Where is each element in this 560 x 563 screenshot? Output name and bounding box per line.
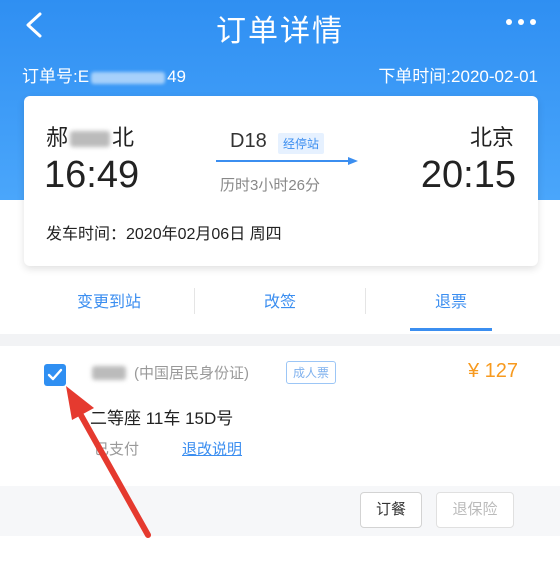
ticket-type-badge: 成人票: [286, 361, 337, 384]
seat-info: 二等座 11车 15D号: [90, 409, 234, 428]
cancel-insurance-button: 退保险: [436, 492, 514, 528]
from-station: 郝北: [46, 120, 134, 152]
order-number-prefix: 订单号:E: [22, 67, 90, 86]
ticket-actions: 订餐 退保险: [0, 486, 560, 536]
more-dots-icon[interactable]: [504, 16, 538, 28]
refund-rules-link[interactable]: 退改说明: [182, 438, 242, 459]
passenger-ticket: (中国居民身份证) 成人票 ¥ 127 二等座 11车 15D号 已支付 退改说…: [24, 346, 538, 486]
to-station: 北京: [469, 125, 514, 150]
redacted-blur: [91, 71, 166, 84]
payment-status: 已支付: [94, 441, 140, 458]
reschedule-button[interactable]: 改签: [195, 288, 365, 312]
id-type: (中国居民身份证): [134, 365, 249, 382]
order-number: 订单号:E 49: [22, 62, 186, 87]
section-divider: [0, 334, 560, 346]
ticket-price: ¥ 127: [467, 360, 518, 382]
redacted-passenger-name: [92, 366, 126, 380]
order-time: 下单时间:2020-02-01: [378, 67, 538, 86]
trip-card: 郝北 北京 16:49 20:15 D18 经停站 历时3小时26分 发车时间：…: [24, 96, 538, 266]
active-tab-indicator: [410, 328, 492, 331]
from-station-prefix: 郝: [46, 125, 69, 150]
checkmark-icon: [47, 368, 63, 381]
from-station-suffix: 北: [112, 125, 135, 150]
nav-bar: 订单详情: [0, 0, 560, 50]
page-title: 订单详情: [216, 15, 344, 48]
refund-button[interactable]: 退票: [366, 288, 536, 312]
direction-arrow-icon: [216, 157, 358, 165]
train-number: D18: [230, 130, 267, 152]
redacted-blur: [70, 131, 111, 148]
arrival-time: 20:15: [420, 154, 516, 196]
departure-date: 发车时间：2020年02月06日 周四: [46, 226, 282, 243]
passenger-checkbox[interactable]: [44, 364, 66, 386]
trip-duration: 历时3小时26分: [220, 177, 321, 194]
change-station-button[interactable]: 变更到站: [24, 288, 194, 312]
order-number-suffix: 49: [167, 67, 186, 86]
stop-stations-tag[interactable]: 经停站: [278, 133, 325, 154]
order-actions: 变更到站 改签 退票: [24, 270, 538, 331]
order-meal-button[interactable]: 订餐: [360, 492, 422, 528]
departure-time: 16:49: [44, 154, 140, 196]
